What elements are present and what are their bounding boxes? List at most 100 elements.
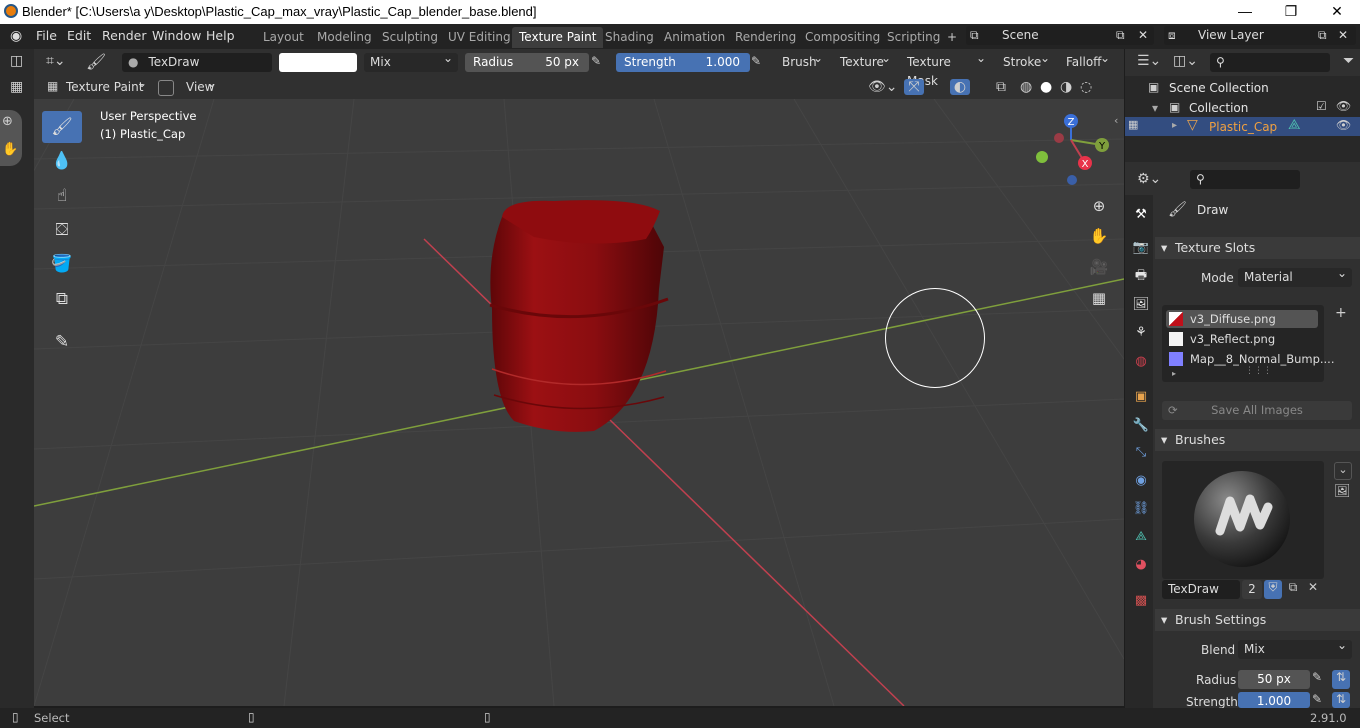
view-layer-selector[interactable]: ⧈ View Layer ⧉ ✕ — [1164, 26, 1356, 45]
material-shading-icon[interactable]: ◑ — [1060, 79, 1072, 95]
duplicate-brush-icon[interactable]: ⧉ — [1284, 580, 1302, 599]
display-mode-icon[interactable]: ◫⌄ — [1173, 53, 1198, 69]
object-label[interactable]: Plastic_Cap — [1209, 120, 1277, 134]
constraints-tab-icon[interactable]: ⛓ — [1131, 499, 1151, 519]
mask-tool[interactable]: ⧉ — [42, 283, 82, 315]
close-button[interactable]: ✕ — [1314, 0, 1360, 24]
brush-color-swatch[interactable] — [279, 53, 357, 72]
outliner-search[interactable]: ⚲ — [1210, 53, 1330, 72]
editor-type-icon[interactable]: ◫ — [10, 53, 23, 69]
menu-window[interactable]: Window — [152, 28, 201, 43]
data-tab-icon[interactable]: ⟁ — [1131, 527, 1151, 547]
overlay-toggle-icon[interactable]: ◐ — [950, 79, 970, 95]
checker-icon[interactable]: ▦ — [10, 79, 23, 95]
delete-scene-icon[interactable]: ✕ — [1138, 26, 1148, 45]
fake-user-shield-icon[interactable]: ⛨ — [1264, 580, 1282, 599]
editor-type-dropdown-icon[interactable]: ⌗⌄ — [46, 53, 66, 69]
modifier-tab-icon[interactable]: 🔧 — [1131, 416, 1151, 436]
zoom-view-icon[interactable]: ⊕ — [1086, 193, 1112, 219]
minimize-button[interactable]: — — [1222, 0, 1268, 24]
properties-search[interactable]: ⚲ — [1190, 170, 1300, 189]
render-tab-icon[interactable]: 📷 — [1131, 238, 1151, 258]
strength-field[interactable]: 1.000 — [1238, 692, 1310, 708]
eye-icon[interactable]: 👁 — [1336, 118, 1351, 132]
unlink-brush-icon[interactable]: ✕ — [1304, 580, 1322, 599]
world-tab-icon[interactable]: ◍ — [1131, 352, 1151, 372]
list-resize-handle[interactable]: ⋮⋮⋮ — [1245, 366, 1272, 376]
solid-shading-icon[interactable]: ● — [1040, 79, 1052, 95]
smear-tool[interactable]: ☝ — [42, 180, 82, 212]
stroke-menu[interactable]: Stroke — [997, 49, 1055, 72]
ortho-toggle-icon[interactable]: ▦ — [1086, 285, 1112, 311]
object-tab-icon[interactable]: ▣ — [1131, 387, 1151, 407]
menu-edit[interactable]: Edit — [67, 28, 91, 43]
texture-menu[interactable]: Texture — [834, 49, 896, 72]
menu-render[interactable]: Render — [102, 28, 147, 43]
radius-pressure-icon[interactable]: ✎ — [1312, 670, 1322, 684]
view-layer-tab-icon[interactable]: 🖼 — [1131, 295, 1151, 315]
strength-pressure-icon[interactable]: ✎ — [751, 54, 761, 68]
eye-icon[interactable]: 👁 — [1336, 99, 1351, 113]
radius-field[interactable]: 50 px — [1238, 670, 1310, 689]
clone-tool[interactable]: ⛋ — [42, 214, 82, 246]
output-tab-icon[interactable]: 🖶 — [1131, 266, 1151, 286]
radius-slider[interactable]: Radius 50 px — [465, 53, 589, 72]
texture-slot[interactable]: v3_Diffuse.png — [1166, 310, 1318, 328]
mode-dropdown[interactable]: Texture Paint — [62, 74, 152, 97]
blend-mode-dropdown[interactable]: Mix — [364, 49, 458, 72]
tab-rendering[interactable]: Rendering — [728, 27, 803, 48]
menu-file[interactable]: File — [36, 28, 57, 43]
filter-icon[interactable]: ⏷ — [1343, 53, 1354, 69]
tab-shading[interactable]: Shading — [598, 27, 661, 48]
texture-slots-header[interactable]: Texture Slots — [1155, 237, 1360, 259]
outliner-editor-icon[interactable]: ☰⌄ — [1137, 53, 1161, 69]
radius-pressure-icon[interactable]: ✎ — [591, 54, 601, 68]
blend-dropdown[interactable]: Mix — [1238, 636, 1352, 659]
view-menu[interactable]: View — [180, 74, 222, 97]
xray-icon[interactable]: ⧉ — [996, 79, 1006, 95]
menu-help[interactable]: Help — [206, 28, 235, 43]
slot-mode-dropdown[interactable]: Material — [1238, 264, 1352, 287]
wireframe-shading-icon[interactable]: ◍ — [1020, 79, 1032, 95]
save-all-images-button[interactable]: ⟳ Save All Images — [1162, 401, 1352, 420]
material-tab-icon[interactable]: ◕ — [1131, 555, 1151, 575]
tab-texture-paint[interactable]: Texture Paint — [512, 27, 604, 48]
texture-slot[interactable]: Map__8_Normal_Bump.... — [1166, 350, 1335, 368]
checkbox-icon[interactable]: ☑ — [1316, 99, 1327, 113]
pan-view-icon[interactable]: ✋ — [1086, 223, 1112, 249]
physics-tab-icon[interactable]: ◉ — [1131, 471, 1151, 491]
tab-uv-editing[interactable]: UV Editing — [441, 27, 518, 48]
soften-tool[interactable]: 💧 — [42, 145, 82, 177]
tab-sculpting[interactable]: Sculpting — [375, 27, 445, 48]
radius-unit-icon[interactable]: ⇅ — [1332, 670, 1350, 689]
brush-dropdown-icon[interactable]: ⌄ — [1334, 462, 1352, 480]
collection-label[interactable]: Collection — [1189, 101, 1248, 115]
pan-icon[interactable]: ✋ — [2, 142, 18, 157]
mask-toggle-icon[interactable] — [158, 80, 174, 96]
properties-editor-icon[interactable]: ⚙⌄ — [1137, 171, 1161, 187]
brush-preview[interactable] — [1162, 461, 1324, 579]
plastic-cap-model[interactable] — [34, 99, 1124, 706]
zoom-icon[interactable]: ⊕ — [2, 114, 13, 129]
tab-modeling[interactable]: Modeling — [310, 27, 379, 48]
tab-scripting[interactable]: Scripting — [880, 27, 947, 48]
sidebar-toggle-icon[interactable]: ‹ — [1114, 114, 1118, 127]
add-workspace-icon[interactable]: + — [940, 27, 964, 48]
falloff-menu[interactable]: Falloff — [1060, 49, 1115, 72]
image-icon[interactable]: 🖼 — [1334, 484, 1351, 499]
strength-pressure-icon[interactable]: ✎ — [1312, 692, 1322, 706]
brush-name-field[interactable]: ● TexDraw — [122, 53, 272, 72]
tab-layout[interactable]: Layout — [256, 27, 311, 48]
maximize-button[interactable]: ❐ — [1268, 0, 1314, 24]
visibility-icon[interactable]: 👁⌄ — [868, 79, 898, 95]
new-scene-icon[interactable]: ⧉ — [1116, 26, 1125, 45]
tool-tab-icon[interactable]: ⚒ — [1131, 205, 1151, 225]
texture-slot[interactable]: v3_Reflect.png — [1166, 330, 1318, 348]
blender-menu-icon[interactable]: ◉ — [10, 28, 22, 44]
navigation-gizmo[interactable]: Z Y X — [1030, 110, 1110, 190]
draw-tool[interactable]: 🖌 — [42, 111, 82, 143]
gizmo-toggle-icon[interactable]: ⤧ — [904, 79, 924, 95]
brush-users-count[interactable]: 2 — [1242, 580, 1262, 599]
scene-tab-icon[interactable]: ⚘ — [1131, 323, 1151, 343]
object-expander[interactable]: ▸ — [1172, 120, 1177, 131]
